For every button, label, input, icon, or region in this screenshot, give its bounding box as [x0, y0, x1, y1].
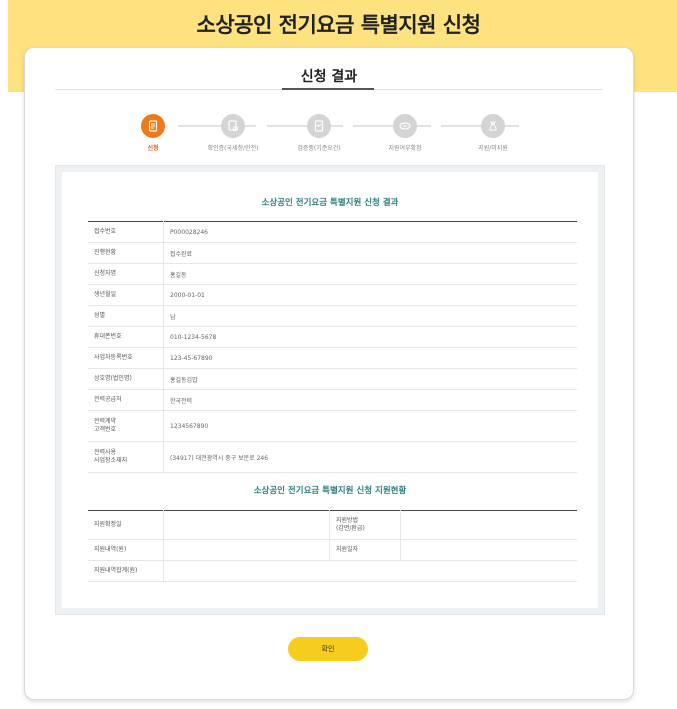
table-row: 접수번호 P000028246	[88, 221, 577, 243]
support-table: 지원확정일 지원방법 (감면/환급) 지원내역(원) 지원일자 지원내역합계(원…	[88, 510, 577, 582]
row-value: 1234567890	[163, 410, 577, 442]
step-confirm-doc: 확인증(국세청/한전)	[193, 114, 273, 152]
table-row: 성별 남	[88, 305, 577, 327]
confirm-date-value	[163, 510, 330, 540]
row-value: 2000-01-01	[163, 284, 577, 306]
table-row: 지원내역합계(원)	[88, 560, 577, 582]
coin-icon	[393, 114, 417, 138]
progress-steps: 신청 확인증(국세청/한전) 검증중(기준요건) 지원여부확정 지원/미지원	[25, 114, 633, 154]
table-row: 신청자명 홍길동	[88, 263, 577, 285]
row-value: (34917) 대전광역시 중구 보문로 246	[163, 441, 577, 473]
row-value: 123-45-67890	[163, 347, 577, 369]
support-method-value	[400, 510, 577, 540]
result-panel: 소상공인 전기요금 특별지원 신청 결과 접수번호 P000028246 진행현황 접…	[55, 165, 605, 615]
row-label: 접수번호	[88, 221, 164, 243]
row-label: 진행현황	[88, 242, 164, 264]
table-row: 전력사용 사업장소재지 (34917) 대전광역시 중구 보문로 246	[88, 441, 577, 473]
card-title: 신청 결과	[300, 69, 358, 85]
step-label: 확인증(국세청/한전)	[207, 145, 259, 152]
review-document-icon	[307, 114, 331, 138]
step-label: 검증중(기준요건)	[297, 145, 341, 152]
result-panel-inner: 소상공인 전기요금 특별지원 신청 결과 접수번호 P000028246 진행현황 접…	[62, 172, 598, 608]
result-card: 신청 결과 신청 확인증(국세청/한전) 검증중(기준요건) 지원여부확정 지원…	[24, 47, 634, 700]
support-total-value	[163, 560, 577, 582]
step-label: 지원/미지원	[478, 145, 508, 152]
verify-document-icon	[221, 114, 245, 138]
support-amount-label: 지원내역(원)	[88, 539, 164, 561]
row-label: 신청자명	[88, 263, 164, 285]
row-label: 휴대폰번호	[88, 326, 164, 348]
row-value: P000028246	[163, 221, 577, 243]
step-apply: 신청	[113, 114, 193, 152]
row-label: 전력계약 고객번호	[88, 410, 164, 442]
row-value: 접수완료	[163, 242, 577, 264]
money-bag-icon	[481, 114, 505, 138]
row-label: 상호명(법인명)	[88, 368, 164, 390]
support-date-label: 지원일자	[329, 539, 401, 561]
confirm-date-label: 지원확정일	[88, 510, 164, 540]
step-label: 신청	[147, 145, 159, 152]
result-section-title: 소상공인 전기요금 특별지원 신청 결과	[261, 198, 399, 208]
step-label: 지원여부확정	[388, 145, 422, 152]
support-date-value	[400, 539, 577, 561]
step-decision: 지원여부확정	[365, 114, 445, 152]
table-row: 지원내역(원) 지원일자	[88, 539, 577, 561]
support-section-title: 소상공인 전기요금 특별지원 신청 지원현황	[253, 486, 407, 496]
row-label: 생년월일	[88, 284, 164, 306]
support-method-label: 지원방법 (감면/환급)	[329, 510, 401, 540]
table-row: 전력계약 고객번호 1234567890	[88, 410, 577, 442]
confirm-button[interactable]: 확인	[288, 637, 368, 661]
support-total-label: 지원내역합계(원)	[88, 560, 164, 582]
step-review: 검증중(기준요건)	[279, 114, 359, 152]
table-row: 생년월일 2000-01-01	[88, 284, 577, 306]
result-table: 접수번호 P000028246 진행현황 접수완료 신청자명 홍길동 생년월일 2000-01…	[88, 221, 577, 473]
row-label: 성별	[88, 305, 164, 327]
document-icon	[141, 114, 165, 138]
table-row: 휴대폰번호 010-1234-5678	[88, 326, 577, 348]
table-row: 전력공급처 한국전력	[88, 389, 577, 411]
table-row: 사업자등록번호 123-45-67890	[88, 347, 577, 369]
table-row: 상호명(법인명) 홍길동김밥	[88, 368, 577, 390]
row-value: 한국전력	[163, 389, 577, 411]
table-row: 진행현황 접수완료	[88, 242, 577, 264]
row-value: 홍길동김밥	[163, 368, 577, 390]
support-amount-value	[163, 539, 330, 561]
row-label: 사업자등록번호	[88, 347, 164, 369]
table-row: 지원확정일 지원방법 (감면/환급)	[88, 510, 577, 540]
step-result: 지원/미지원	[453, 114, 533, 152]
row-value: 010-1234-5678	[163, 326, 577, 348]
row-label: 전력사용 사업장소재지	[88, 441, 164, 473]
row-label: 전력공급처	[88, 389, 164, 411]
title-underline	[282, 88, 374, 90]
page-title: 소상공인 전기요금 특별지원 신청	[196, 13, 481, 37]
row-value: 홍길동	[163, 263, 577, 285]
row-value: 남	[163, 305, 577, 327]
